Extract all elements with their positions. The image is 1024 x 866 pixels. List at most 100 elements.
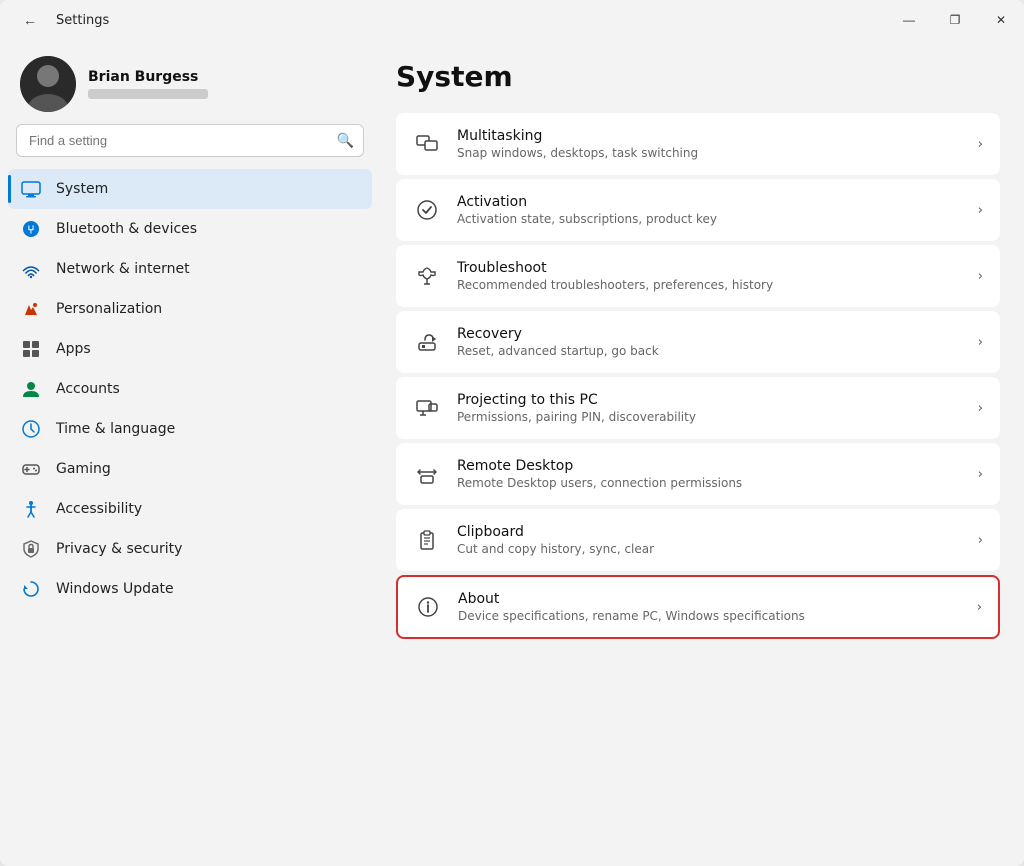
settings-item-multitasking[interactable]: Multitasking Snap windows, desktops, tas…	[396, 113, 1000, 175]
settings-item-text-remote-desktop: Remote Desktop Remote Desktop users, con…	[457, 458, 962, 490]
settings-item-title-multitasking: Multitasking	[457, 128, 962, 144]
settings-item-subtitle-projecting: Permissions, pairing PIN, discoverabilit…	[457, 410, 962, 424]
settings-item-text-recovery: Recovery Reset, advanced startup, go bac…	[457, 326, 962, 358]
settings-item-title-about: About	[458, 591, 961, 607]
back-button[interactable]: ←	[16, 6, 44, 34]
sidebar-item-label-bluetooth: Bluetooth & devices	[56, 221, 360, 237]
sidebar-item-label-gaming: Gaming	[56, 461, 360, 477]
settings-item-text-projecting: Projecting to this PC Permissions, pairi…	[457, 392, 962, 424]
sidebar-item-personalization[interactable]: Personalization	[8, 289, 372, 329]
sidebar-item-gaming[interactable]: Gaming	[8, 449, 372, 489]
settings-item-title-troubleshoot: Troubleshoot	[457, 260, 962, 276]
privacy-icon	[20, 538, 42, 560]
sidebar-item-label-update: Windows Update	[56, 581, 360, 597]
main-content: System Multitasking Snap windows, deskto…	[380, 40, 1024, 866]
personalization-icon	[20, 298, 42, 320]
close-button[interactable]: ✕	[978, 0, 1024, 40]
settings-item-about[interactable]: About Device specifications, rename PC, …	[396, 575, 1000, 639]
settings-item-title-activation: Activation	[457, 194, 962, 210]
accessibility-icon	[20, 498, 42, 520]
settings-item-subtitle-clipboard: Cut and copy history, sync, clear	[457, 542, 962, 556]
sidebar-item-time[interactable]: Time & language	[8, 409, 372, 449]
settings-item-activation[interactable]: Activation Activation state, subscriptio…	[396, 179, 1000, 241]
multitasking-icon	[413, 130, 441, 158]
about-icon	[414, 593, 442, 621]
chevron-icon-activation: ›	[978, 203, 983, 218]
chevron-icon-projecting: ›	[978, 401, 983, 416]
chevron-icon-troubleshoot: ›	[978, 269, 983, 284]
sidebar-item-label-personalization: Personalization	[56, 301, 360, 317]
settings-item-troubleshoot[interactable]: Troubleshoot Recommended troubleshooters…	[396, 245, 1000, 307]
chevron-icon-recovery: ›	[978, 335, 983, 350]
apps-icon	[20, 338, 42, 360]
sidebar-item-label-network: Network & internet	[56, 261, 360, 277]
nav-list: System ⑂ Bluetooth & devices	[0, 165, 380, 613]
chevron-icon-clipboard: ›	[978, 533, 983, 548]
avatar	[20, 56, 76, 112]
sidebar-item-system[interactable]: System	[8, 169, 372, 209]
user-name: Brian Burgess	[88, 69, 208, 85]
maximize-button[interactable]: ❐	[932, 0, 978, 40]
settings-item-title-projecting: Projecting to this PC	[457, 392, 962, 408]
user-email-bar	[88, 89, 208, 99]
settings-item-remote-desktop[interactable]: Remote Desktop Remote Desktop users, con…	[396, 443, 1000, 505]
settings-item-subtitle-recovery: Reset, advanced startup, go back	[457, 344, 962, 358]
update-icon	[20, 578, 42, 600]
projecting-icon	[413, 394, 441, 422]
sidebar-item-accounts[interactable]: Accounts	[8, 369, 372, 409]
troubleshoot-icon	[413, 262, 441, 290]
gaming-icon	[20, 458, 42, 480]
settings-item-text-activation: Activation Activation state, subscriptio…	[457, 194, 962, 226]
settings-item-text-multitasking: Multitasking Snap windows, desktops, tas…	[457, 128, 962, 160]
titlebar-controls: — ❐ ✕	[886, 0, 1024, 40]
settings-item-subtitle-activation: Activation state, subscriptions, product…	[457, 212, 962, 226]
user-info: Brian Burgess	[88, 69, 208, 99]
settings-item-recovery[interactable]: Recovery Reset, advanced startup, go bac…	[396, 311, 1000, 373]
sidebar-item-accessibility[interactable]: Accessibility	[8, 489, 372, 529]
sidebar-item-label-time: Time & language	[56, 421, 360, 437]
search-input[interactable]	[16, 124, 364, 157]
recovery-icon	[413, 328, 441, 356]
chevron-icon-about: ›	[977, 600, 982, 615]
bluetooth-icon: ⑂	[20, 218, 42, 240]
settings-item-subtitle-troubleshoot: Recommended troubleshooters, preferences…	[457, 278, 962, 292]
search-box: 🔍	[16, 124, 364, 157]
settings-window: ← Settings — ❐ ✕ Brian Burges	[0, 0, 1024, 866]
settings-item-title-remote-desktop: Remote Desktop	[457, 458, 962, 474]
sidebar-item-privacy[interactable]: Privacy & security	[8, 529, 372, 569]
system-icon	[20, 178, 42, 200]
svg-text:⑂: ⑂	[27, 223, 34, 237]
clipboard-icon	[413, 526, 441, 554]
settings-list: Multitasking Snap windows, desktops, tas…	[396, 113, 1000, 639]
sidebar-item-label-accounts: Accounts	[56, 381, 360, 397]
sidebar-item-label-system: System	[56, 181, 360, 197]
page-title: System	[396, 60, 1000, 93]
user-section: Brian Burgess	[0, 40, 380, 124]
settings-item-text-troubleshoot: Troubleshoot Recommended troubleshooters…	[457, 260, 962, 292]
settings-item-subtitle-remote-desktop: Remote Desktop users, connection permiss…	[457, 476, 962, 490]
settings-item-subtitle-multitasking: Snap windows, desktops, task switching	[457, 146, 962, 160]
titlebar: ← Settings — ❐ ✕	[0, 0, 1024, 40]
settings-item-title-recovery: Recovery	[457, 326, 962, 342]
sidebar-item-update[interactable]: Windows Update	[8, 569, 372, 609]
remote-desktop-icon	[413, 460, 441, 488]
settings-item-projecting[interactable]: Projecting to this PC Permissions, pairi…	[396, 377, 1000, 439]
sidebar-item-label-apps: Apps	[56, 341, 360, 357]
content: Brian Burgess 🔍	[0, 40, 1024, 866]
network-icon	[20, 258, 42, 280]
titlebar-left: ← Settings	[16, 6, 109, 34]
minimize-button[interactable]: —	[886, 0, 932, 40]
settings-item-subtitle-about: Device specifications, rename PC, Window…	[458, 609, 961, 623]
sidebar-item-label-privacy: Privacy & security	[56, 541, 360, 557]
sidebar-item-label-accessibility: Accessibility	[56, 501, 360, 517]
settings-item-text-about: About Device specifications, rename PC, …	[458, 591, 961, 623]
sidebar-item-bluetooth[interactable]: ⑂ Bluetooth & devices	[8, 209, 372, 249]
activation-icon	[413, 196, 441, 224]
accounts-icon	[20, 378, 42, 400]
sidebar-item-network[interactable]: Network & internet	[8, 249, 372, 289]
sidebar: Brian Burgess 🔍	[0, 40, 380, 866]
sidebar-item-apps[interactable]: Apps	[8, 329, 372, 369]
titlebar-title: Settings	[56, 13, 109, 28]
settings-item-clipboard[interactable]: Clipboard Cut and copy history, sync, cl…	[396, 509, 1000, 571]
settings-item-text-clipboard: Clipboard Cut and copy history, sync, cl…	[457, 524, 962, 556]
